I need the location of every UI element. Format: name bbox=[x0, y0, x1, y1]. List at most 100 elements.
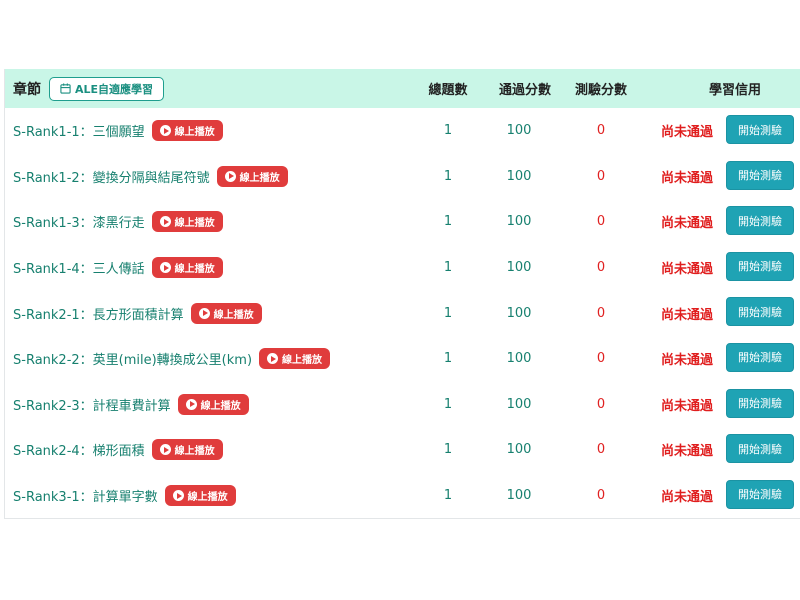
total-questions-header: 總題數 bbox=[428, 83, 468, 98]
total-questions-value: 1 bbox=[443, 214, 453, 230]
online-play-button[interactable]: 線上播放 bbox=[151, 120, 223, 142]
start-test-button[interactable]: 開始測驗 bbox=[726, 251, 794, 281]
passing-score-header: 通過分數 bbox=[498, 83, 551, 98]
play-circle-icon bbox=[159, 262, 171, 274]
lesson-title[interactable]: S-Rank2-4：梯形面積 bbox=[13, 440, 145, 459]
play-circle-icon bbox=[185, 398, 197, 410]
play-circle-icon bbox=[159, 125, 171, 137]
lesson-title-cell: S-Rank1-1：三個願望 線上播放 bbox=[13, 108, 223, 154]
table-row: S-Rank2-2：英里(mile)轉換成公里(km) 線上播放 1 100 0… bbox=[5, 336, 800, 382]
table-header: 章節 ALE自適應學習 總題數 通過分數 測驗分數 學習信用 bbox=[5, 69, 800, 108]
online-play-button[interactable]: 線上播放 bbox=[164, 485, 236, 507]
online-play-button[interactable]: 線上播放 bbox=[151, 439, 223, 461]
test-score-value: 0 bbox=[596, 442, 606, 458]
table-row: S-Rank3-1：計算單字數 線上播放 1 100 0 尚未通過 開始測驗 bbox=[5, 473, 800, 519]
total-questions-value: 1 bbox=[443, 123, 453, 139]
play-circle-icon bbox=[172, 490, 184, 502]
total-questions-value: 1 bbox=[443, 168, 453, 184]
passing-score-value: 100 bbox=[506, 123, 532, 139]
online-play-button[interactable]: 線上播放 bbox=[259, 348, 331, 370]
total-questions-value: 1 bbox=[443, 488, 453, 504]
online-play-label: 線上播放 bbox=[239, 172, 280, 184]
lesson-title[interactable]: S-Rank2-2：英里(mile)轉換成公里(km) bbox=[13, 349, 252, 368]
status-label: 尚未通過 bbox=[661, 125, 714, 141]
start-test-button[interactable]: 開始測驗 bbox=[726, 434, 794, 464]
lesson-title-cell: S-Rank1-2：變換分隔與結尾符號 線上播放 bbox=[13, 154, 288, 200]
status-label: 尚未通過 bbox=[661, 353, 714, 369]
test-score-value: 0 bbox=[596, 396, 606, 412]
total-questions-value: 1 bbox=[443, 305, 453, 321]
total-questions-value: 1 bbox=[443, 260, 453, 276]
total-questions-value: 1 bbox=[443, 442, 453, 458]
online-play-label: 線上播放 bbox=[174, 264, 215, 276]
play-circle-icon bbox=[198, 307, 210, 319]
table-body: S-Rank1-1：三個願望 線上播放 1 100 0 尚未通過 開始測驗 S-… bbox=[5, 108, 800, 518]
test-score-value: 0 bbox=[596, 260, 606, 276]
lesson-title-cell: S-Rank3-1：計算單字數 線上播放 bbox=[13, 473, 236, 519]
lesson-title-cell: S-Rank1-3：漆黑行走 線上播放 bbox=[13, 199, 223, 245]
calendar-icon bbox=[60, 83, 71, 94]
test-score-value: 0 bbox=[596, 488, 606, 504]
lesson-title-cell: S-Rank2-1：長方形面積計算 線上播放 bbox=[13, 290, 262, 336]
start-test-button[interactable]: 開始測驗 bbox=[726, 160, 794, 190]
start-test-button[interactable]: 開始測驗 bbox=[726, 115, 794, 144]
passing-score-value: 100 bbox=[506, 168, 532, 184]
start-test-button[interactable]: 開始測驗 bbox=[726, 206, 794, 236]
online-play-label: 線上播放 bbox=[200, 400, 241, 412]
status-label: 尚未通過 bbox=[661, 216, 714, 232]
test-score-value: 0 bbox=[596, 351, 606, 367]
status-label: 尚未通過 bbox=[661, 398, 714, 414]
online-play-label: 線上播放 bbox=[174, 218, 215, 230]
status-label: 尚未通過 bbox=[661, 444, 714, 460]
lesson-title[interactable]: S-Rank1-3：漆黑行走 bbox=[13, 212, 145, 231]
start-test-button[interactable]: 開始測驗 bbox=[726, 297, 794, 327]
table-row: S-Rank2-3：計程車費計算 線上播放 1 100 0 尚未通過 開始測驗 bbox=[5, 382, 800, 428]
start-test-button[interactable]: 開始測驗 bbox=[726, 479, 794, 509]
test-score-value: 0 bbox=[596, 305, 606, 321]
online-play-button[interactable]: 線上播放 bbox=[151, 257, 223, 279]
test-score-header: 測驗分數 bbox=[574, 83, 627, 98]
online-play-button[interactable]: 線上播放 bbox=[190, 302, 262, 324]
online-play-label: 線上播放 bbox=[282, 355, 323, 367]
passing-score-value: 100 bbox=[506, 260, 532, 276]
passing-score-value: 100 bbox=[506, 488, 532, 504]
passing-score-value: 100 bbox=[506, 214, 532, 230]
lesson-title[interactable]: S-Rank2-1：長方形面積計算 bbox=[13, 304, 184, 323]
play-circle-icon bbox=[267, 353, 279, 365]
play-circle-icon bbox=[159, 216, 171, 228]
online-play-label: 線上播放 bbox=[174, 127, 215, 139]
ale-button-label: ALE自適應學習 bbox=[75, 82, 154, 96]
start-test-button[interactable]: 開始測驗 bbox=[726, 388, 794, 418]
status-label: 尚未通過 bbox=[661, 490, 714, 506]
learning-credit-header: 學習信用 bbox=[708, 83, 761, 98]
table-row: S-Rank1-3：漆黑行走 線上播放 1 100 0 尚未通過 開始測驗 bbox=[5, 199, 800, 245]
table-row: S-Rank1-1：三個願望 線上播放 1 100 0 尚未通過 開始測驗 bbox=[5, 108, 800, 154]
lesson-title-cell: S-Rank1-4：三人傳話 線上播放 bbox=[13, 245, 223, 291]
lesson-title-cell: S-Rank2-4：梯形面積 線上播放 bbox=[13, 427, 223, 473]
status-label: 尚未通過 bbox=[661, 262, 714, 278]
status-label: 尚未通過 bbox=[661, 170, 714, 186]
lesson-title[interactable]: S-Rank1-4：三人傳話 bbox=[13, 258, 145, 277]
online-play-button[interactable]: 線上播放 bbox=[177, 393, 249, 415]
chapter-header: 章節 ALE自適應學習 bbox=[13, 69, 165, 108]
table-row: S-Rank1-2：變換分隔與結尾符號 線上播放 1 100 0 尚未通過 開始… bbox=[5, 154, 800, 200]
lesson-title-cell: S-Rank2-3：計程車費計算 線上播放 bbox=[13, 382, 249, 428]
test-score-value: 0 bbox=[596, 168, 606, 184]
lesson-title[interactable]: S-Rank1-1：三個願望 bbox=[13, 121, 145, 140]
online-play-button[interactable]: 線上播放 bbox=[216, 165, 288, 187]
play-circle-icon bbox=[159, 444, 171, 456]
online-play-button[interactable]: 線上播放 bbox=[151, 211, 223, 233]
total-questions-value: 1 bbox=[443, 351, 453, 367]
chapter-header-label: 章節 bbox=[13, 81, 41, 98]
lesson-title[interactable]: S-Rank3-1：計算單字數 bbox=[13, 486, 158, 505]
play-circle-icon bbox=[224, 170, 236, 182]
passing-score-value: 100 bbox=[506, 351, 532, 367]
ale-adaptive-learning-button[interactable]: ALE自適應學習 bbox=[49, 76, 165, 101]
online-play-label: 線上播放 bbox=[174, 446, 215, 458]
lesson-table: 章節 ALE自適應學習 總題數 通過分數 測驗分數 學習信用 S-Rank1-1… bbox=[4, 69, 800, 520]
passing-score-value: 100 bbox=[506, 396, 532, 412]
lesson-title[interactable]: S-Rank2-3：計程車費計算 bbox=[13, 395, 171, 414]
lesson-title[interactable]: S-Rank1-2：變換分隔與結尾符號 bbox=[13, 167, 210, 186]
table-row: S-Rank1-4：三人傳話 線上播放 1 100 0 尚未通過 開始測驗 bbox=[5, 245, 800, 291]
start-test-button[interactable]: 開始測驗 bbox=[726, 342, 794, 372]
